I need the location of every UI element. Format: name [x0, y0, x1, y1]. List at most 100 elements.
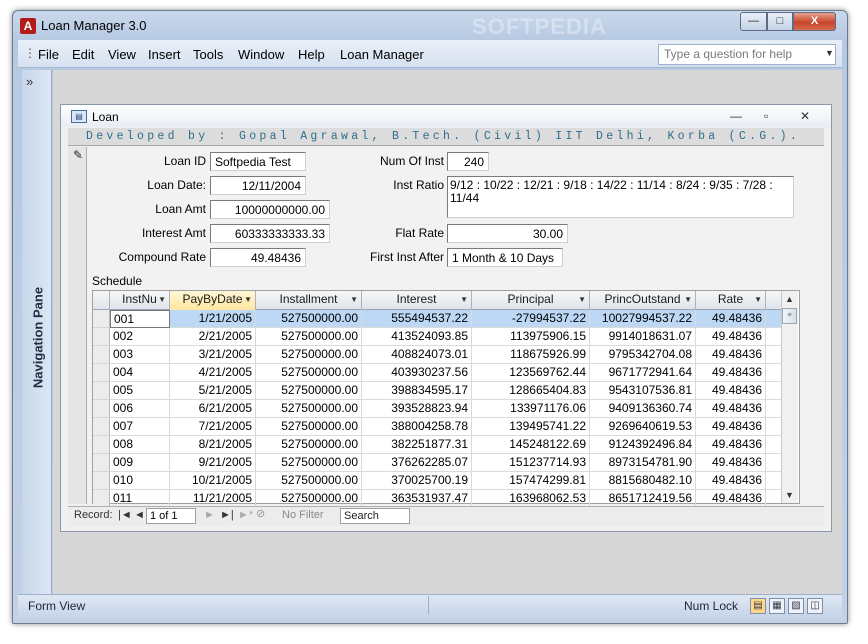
table-cell[interactable]: 403930237.56: [362, 364, 472, 382]
record-search-input[interactable]: Search: [340, 508, 410, 524]
table-cell[interactable]: 9/21/2005: [170, 454, 256, 472]
row-selector[interactable]: [93, 328, 110, 346]
scroll-down-arrow-icon[interactable]: ▼: [782, 488, 797, 503]
table-cell[interactable]: 527500000.00: [256, 328, 362, 346]
row-selector[interactable]: [93, 472, 110, 490]
table-cell[interactable]: 49.48436: [696, 364, 766, 382]
table-cell[interactable]: 49.48436: [696, 418, 766, 436]
form-minimize-icon[interactable]: —: [730, 109, 742, 123]
table-cell[interactable]: 49.48436: [696, 346, 766, 364]
table-cell[interactable]: 007: [110, 418, 170, 436]
design-view-icon[interactable]: ◫: [807, 598, 823, 614]
form-close-icon[interactable]: ✕: [800, 109, 810, 123]
table-cell[interactable]: 9269640619.53: [590, 418, 696, 436]
row-selector[interactable]: [93, 382, 110, 400]
table-cell[interactable]: 133971176.06: [472, 400, 590, 418]
table-cell[interactable]: 376262285.07: [362, 454, 472, 472]
table-cell[interactable]: 006: [110, 400, 170, 418]
table-cell[interactable]: 388004258.78: [362, 418, 472, 436]
table-cell[interactable]: 527500000.00: [256, 436, 362, 454]
table-cell[interactable]: 527500000.00: [256, 364, 362, 382]
column-header-installment[interactable]: Installment ▼: [256, 291, 362, 310]
table-row[interactable]: 001 1/21/2005 527500000.00 555494537.22 -279…: [110, 310, 783, 328]
table-cell[interactable]: 139495741.22: [472, 418, 590, 436]
table-cell[interactable]: 6/21/2005: [170, 400, 256, 418]
table-cell[interactable]: 145248122.69: [472, 436, 590, 454]
table-cell[interactable]: 370025700.19: [362, 472, 472, 490]
menu-help[interactable]: Help: [298, 47, 325, 62]
inst-ratio-field[interactable]: 9/12 : 10/22 : 12/21 : 9/18 : 14/22 : 11…: [447, 176, 794, 218]
table-cell[interactable]: 7/21/2005: [170, 418, 256, 436]
table-cell[interactable]: 113975906.15: [472, 328, 590, 346]
column-header-paybydate[interactable]: PayByDate ▼: [170, 291, 256, 310]
table-cell[interactable]: 9124392496.84: [590, 436, 696, 454]
chevron-down-icon[interactable]: ▼: [460, 291, 468, 308]
table-cell[interactable]: 1/21/2005: [170, 310, 256, 328]
column-header-instnum[interactable]: InstNu ▼: [110, 291, 170, 310]
table-cell[interactable]: 413524093.85: [362, 328, 472, 346]
table-cell[interactable]: 9409136360.74: [590, 400, 696, 418]
first-inst-after-field[interactable]: 1 Month & 10 Days: [447, 248, 563, 267]
no-filter-button[interactable]: No Filter: [282, 509, 324, 521]
table-cell[interactable]: 9914018631.07: [590, 328, 696, 346]
current-record-input[interactable]: 1 of 1: [146, 508, 196, 524]
table-cell[interactable]: 527500000.00: [256, 310, 362, 328]
scroll-thumb[interactable]: ≡: [782, 308, 797, 324]
first-record-icon[interactable]: |◄: [118, 509, 132, 521]
table-cell[interactable]: 002: [110, 328, 170, 346]
chevron-down-icon[interactable]: ▼: [684, 291, 692, 308]
column-header-princoutstand[interactable]: PrincOutstand ▼: [590, 291, 696, 310]
chevron-down-icon[interactable]: ▼: [244, 291, 252, 308]
num-of-inst-field[interactable]: 240: [447, 152, 489, 171]
chevron-down-icon[interactable]: ▼: [350, 291, 358, 308]
table-cell[interactable]: 49.48436: [696, 400, 766, 418]
table-cell[interactable]: 118675926.99: [472, 346, 590, 364]
compound-rate-field[interactable]: 49.48436: [210, 248, 306, 267]
table-cell[interactable]: 8815680482.10: [590, 472, 696, 490]
row-selector[interactable]: [93, 436, 110, 454]
menu-tools[interactable]: Tools: [193, 47, 223, 62]
table-cell[interactable]: 49.48436: [696, 472, 766, 490]
column-header-interest[interactable]: Interest ▼: [362, 291, 472, 310]
table-row[interactable]: 009 9/21/2005 527500000.00 376262285.07 1512…: [110, 454, 783, 472]
previous-record-icon[interactable]: ◄: [134, 509, 145, 521]
table-cell[interactable]: 527500000.00: [256, 382, 362, 400]
table-cell[interactable]: 157474299.81: [472, 472, 590, 490]
table-row[interactable]: 006 6/21/2005 527500000.00 393528823.94 1339…: [110, 400, 783, 418]
scroll-up-arrow-icon[interactable]: ▲: [782, 292, 797, 307]
chevron-down-icon[interactable]: ▼: [578, 291, 586, 308]
interest-amt-field[interactable]: 60333333333.33: [210, 224, 330, 243]
table-cell[interactable]: 009: [110, 454, 170, 472]
table-cell[interactable]: 527500000.00: [256, 346, 362, 364]
table-cell[interactable]: 49.48436: [696, 454, 766, 472]
row-selector[interactable]: [93, 364, 110, 382]
table-cell[interactable]: 408824073.01: [362, 346, 472, 364]
datasheet-view-icon[interactable]: ▦: [769, 598, 785, 614]
last-record-icon[interactable]: ►|: [220, 509, 234, 521]
menu-window[interactable]: Window: [238, 47, 284, 62]
minimize-button[interactable]: —: [740, 12, 767, 31]
table-cell[interactable]: 9795342704.08: [590, 346, 696, 364]
table-cell[interactable]: 527500000.00: [256, 400, 362, 418]
table-row[interactable]: 003 3/21/2005 527500000.00 408824073.01 1186…: [110, 346, 783, 364]
loan-id-field[interactable]: Softpedia Test: [210, 152, 306, 171]
table-cell[interactable]: 128665404.83: [472, 382, 590, 400]
table-cell[interactable]: 49.48436: [696, 382, 766, 400]
menu-file[interactable]: File: [38, 47, 59, 62]
table-cell[interactable]: 8/21/2005: [170, 436, 256, 454]
close-button[interactable]: X: [793, 12, 836, 31]
row-selector[interactable]: [93, 418, 110, 436]
table-row[interactable]: 008 8/21/2005 527500000.00 382251877.31 1452…: [110, 436, 783, 454]
menu-edit[interactable]: Edit: [72, 47, 94, 62]
form-view-icon[interactable]: ▤: [750, 598, 766, 614]
expand-chevron-icon[interactable]: »: [26, 74, 46, 89]
table-cell[interactable]: 4/21/2005: [170, 364, 256, 382]
table-cell[interactable]: 003: [110, 346, 170, 364]
table-cell[interactable]: 010: [110, 472, 170, 490]
menu-view[interactable]: View: [108, 47, 136, 62]
table-cell[interactable]: 527500000.00: [256, 472, 362, 490]
table-cell[interactable]: 151237714.93: [472, 454, 590, 472]
record-selector[interactable]: [68, 147, 87, 504]
form-restore-icon[interactable]: ▫: [764, 109, 768, 123]
row-selector[interactable]: [93, 346, 110, 364]
